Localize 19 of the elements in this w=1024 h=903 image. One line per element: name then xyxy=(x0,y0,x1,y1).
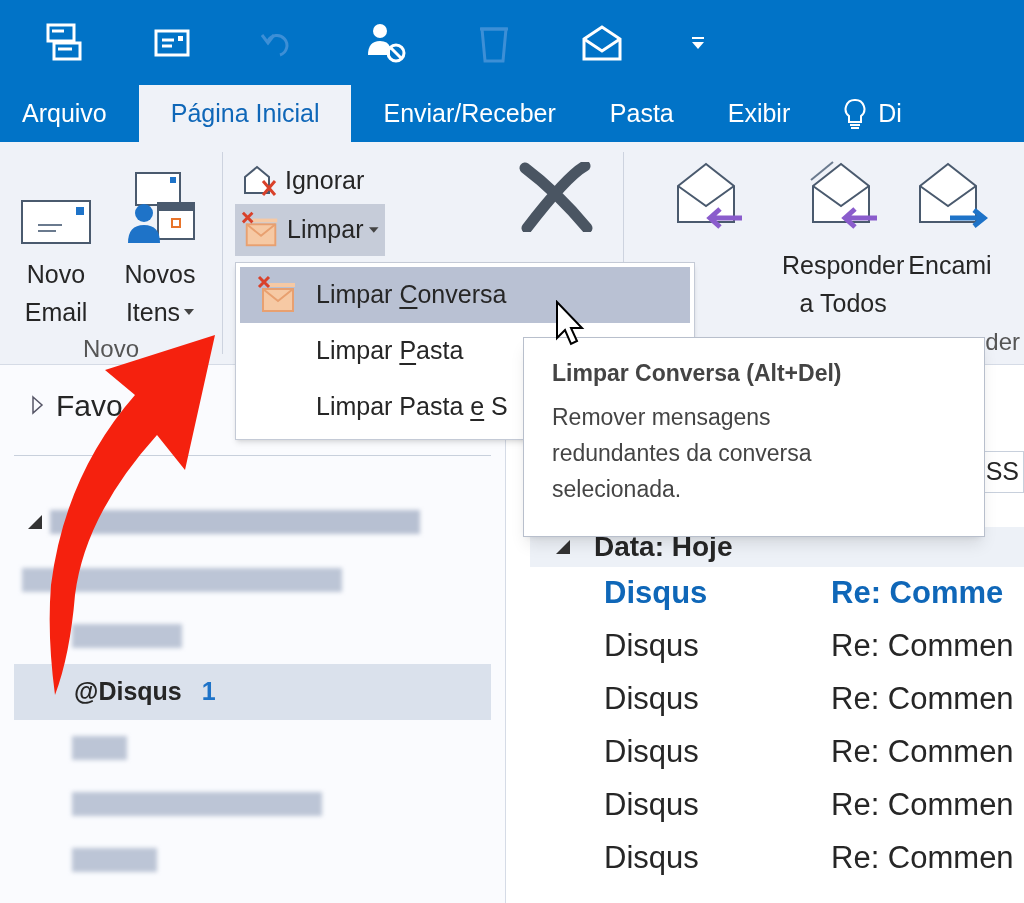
subject: Re: Commen xyxy=(831,680,1014,719)
subject: Re: Commen xyxy=(831,786,1014,825)
sender: Disqus xyxy=(604,786,700,825)
tooltip-text: Remover mensagens redundantes da conversa selecionada. xyxy=(552,402,813,504)
subject: Re: Commen xyxy=(831,839,1014,878)
subject: Re: Comme xyxy=(831,574,1004,613)
subject: Re: Commen xyxy=(831,627,1014,666)
sender: Disqus xyxy=(604,680,700,719)
subject: Re: Commen xyxy=(831,733,1014,772)
sender: Disqus xyxy=(604,574,709,613)
folder-name: @Disqus xyxy=(74,676,182,708)
tooltip-title: Limpar Conversa (Alt+Del) xyxy=(552,359,843,388)
group-label: der xyxy=(984,327,1021,357)
sender: Disqus xyxy=(604,733,700,772)
sender: Disqus xyxy=(604,839,700,878)
sender: Disqus xyxy=(604,627,700,666)
unread-count: 1 xyxy=(201,676,216,708)
group-label: Novo xyxy=(82,334,140,364)
group-header: Data: Hoje xyxy=(594,530,733,564)
